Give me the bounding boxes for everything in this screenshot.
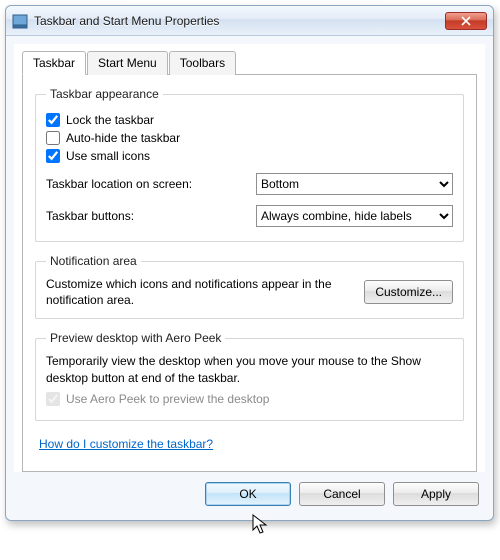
customize-button[interactable]: Customize... — [364, 280, 453, 304]
tab-taskbar[interactable]: Taskbar — [22, 51, 86, 75]
group-taskbar-appearance: Taskbar appearance Lock the taskbar Auto… — [35, 87, 464, 242]
label-aero-peek: Use Aero Peek to preview the desktop — [66, 392, 269, 406]
legend-aero: Preview desktop with Aero Peek — [46, 331, 225, 345]
taskbar-app-icon — [12, 13, 28, 29]
tab-panel-taskbar: Taskbar appearance Lock the taskbar Auto… — [22, 75, 477, 472]
window-title: Taskbar and Start Menu Properties — [34, 14, 445, 28]
row-taskbar-buttons: Taskbar buttons: Always combine, hide la… — [46, 205, 453, 227]
label-taskbar-buttons: Taskbar buttons: — [46, 209, 256, 223]
dialog-window: Taskbar and Start Menu Properties Taskba… — [5, 5, 494, 521]
select-taskbar-buttons[interactable]: Always combine, hide labels — [256, 205, 453, 227]
row-taskbar-location: Taskbar location on screen: Bottom — [46, 173, 453, 195]
label-small-icons: Use small icons — [66, 149, 150, 163]
checkbox-autohide-taskbar[interactable] — [46, 131, 60, 145]
row-small-icons[interactable]: Use small icons — [46, 149, 453, 163]
text-aero-desc: Temporarily view the desktop when you mo… — [46, 353, 453, 385]
legend-appearance: Taskbar appearance — [46, 87, 163, 101]
group-aero-peek: Preview desktop with Aero Peek Temporari… — [35, 331, 464, 420]
row-lock-taskbar[interactable]: Lock the taskbar — [46, 113, 453, 127]
tab-strip: Taskbar Start Menu Toolbars — [22, 50, 477, 75]
tab-toolbars[interactable]: Toolbars — [169, 51, 236, 75]
cancel-button[interactable]: Cancel — [299, 482, 385, 506]
checkbox-aero-peek — [46, 392, 60, 406]
group-notification-area: Notification area Customize which icons … — [35, 254, 464, 319]
label-taskbar-location: Taskbar location on screen: — [46, 177, 256, 191]
close-button[interactable] — [445, 12, 487, 30]
apply-button[interactable]: Apply — [393, 482, 479, 506]
label-autohide-taskbar: Auto-hide the taskbar — [66, 131, 180, 145]
checkbox-small-icons[interactable] — [46, 149, 60, 163]
row-notification: Customize which icons and notifications … — [46, 276, 453, 308]
content-area: Taskbar Start Menu Toolbars Taskbar appe… — [14, 44, 485, 472]
close-icon — [461, 16, 471, 26]
select-taskbar-location[interactable]: Bottom — [256, 173, 453, 195]
ok-button[interactable]: OK — [205, 482, 291, 506]
legend-notification: Notification area — [46, 254, 141, 268]
tab-start-menu[interactable]: Start Menu — [87, 51, 168, 75]
checkbox-lock-taskbar[interactable] — [46, 113, 60, 127]
text-notification-desc: Customize which icons and notifications … — [46, 276, 356, 308]
label-lock-taskbar: Lock the taskbar — [66, 113, 154, 127]
dialog-button-bar: OK Cancel Apply — [6, 472, 493, 520]
titlebar[interactable]: Taskbar and Start Menu Properties — [6, 6, 493, 36]
row-autohide-taskbar[interactable]: Auto-hide the taskbar — [46, 131, 453, 145]
row-aero-peek: Use Aero Peek to preview the desktop — [46, 392, 453, 406]
help-link-customize-taskbar[interactable]: How do I customize the taskbar? — [39, 437, 213, 451]
